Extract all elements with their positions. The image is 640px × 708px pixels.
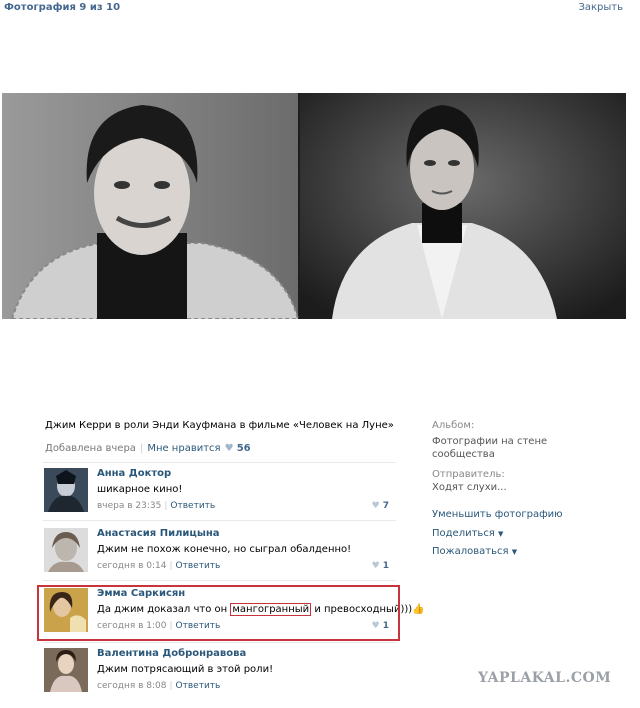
album-name[interactable]: Фотографии на стене сообщества	[432, 436, 547, 460]
photo-meta: Добавлена вчера | Мне нравится ♥ 56	[45, 443, 251, 454]
sender-label: Отправитель:	[432, 469, 505, 480]
comment-item: Анастасия Пилицына Джим не похож конечно…	[42, 525, 397, 579]
comment-text: шикарное кино!	[97, 484, 183, 495]
reply-button[interactable]: Ответить	[170, 501, 215, 511]
divider	[43, 580, 396, 581]
highlight-frame	[37, 585, 400, 641]
heart-icon: ♥	[371, 561, 380, 571]
heart-icon: ♥	[224, 443, 234, 454]
comment-time: сегодня в 0:14	[97, 561, 167, 571]
share-label: Поделиться	[432, 528, 495, 539]
foot-separator: |	[169, 561, 173, 571]
comment-author[interactable]: Анна Доктор	[97, 468, 171, 479]
comment-text: Джим потрясающий в этой роли!	[97, 664, 274, 675]
divider	[43, 462, 396, 463]
avatar[interactable]	[44, 468, 88, 512]
page-title: Фотография 9 из 10	[4, 2, 121, 13]
close-link[interactable]: Закрыть	[578, 2, 623, 13]
photo-sidebar: Альбом: Фотографии на стене сообщества О…	[432, 420, 547, 493]
avatar[interactable]	[44, 648, 88, 692]
comment-time: вчера в 23:35	[97, 501, 162, 511]
foot-separator: |	[169, 681, 173, 691]
divider	[43, 520, 396, 521]
comment-author[interactable]: Валентина Добронравова	[97, 648, 246, 659]
comment-likes-count: 7	[382, 501, 389, 511]
comment-item: Валентина Добронравова Джим потрясающий …	[42, 645, 397, 699]
report-label: Пожаловаться	[432, 546, 509, 557]
foot-separator: |	[164, 501, 168, 511]
chevron-down-icon: ▼	[498, 530, 504, 538]
album-name-line: Фотографии на стене	[432, 436, 548, 447]
comment-item: Анна Доктор шикарное кино! вчера в 23:35…	[42, 465, 397, 519]
avatar[interactable]	[44, 528, 88, 572]
comment-like-button[interactable]: ♥ 7	[372, 501, 389, 511]
report-menu[interactable]: Пожаловаться ▼	[432, 546, 517, 557]
photo-caption: Джим Керри в роли Энди Кауфмана в фильме…	[45, 420, 394, 431]
meta-separator: |	[139, 443, 144, 454]
comment-author[interactable]: Анастасия Пилицына	[97, 528, 220, 539]
sender-name[interactable]: Ходят слухи...	[432, 482, 547, 493]
comment-like-button[interactable]: ♥ 1	[372, 561, 389, 571]
comment-likes-count: 1	[382, 561, 389, 571]
divider	[43, 642, 396, 643]
reply-button[interactable]: Ответить	[176, 681, 221, 691]
comment-time: сегодня в 8:08	[97, 681, 167, 691]
photo-viewer-image[interactable]	[2, 93, 626, 319]
photo-collage-icon	[2, 93, 626, 319]
like-button[interactable]: Мне нравится	[147, 443, 220, 454]
album-name-line: сообщества	[432, 449, 495, 460]
chevron-down-icon: ▼	[511, 548, 518, 556]
share-menu[interactable]: Поделиться ▼	[432, 528, 503, 539]
shrink-photo-link[interactable]: Уменьшить фотографию	[432, 509, 563, 520]
reply-button[interactable]: Ответить	[176, 561, 221, 571]
watermark: YAPLAKAL.COM	[478, 670, 612, 686]
album-label: Альбом:	[432, 420, 475, 431]
comment-text: Джим не похож конечно, но сыграл обалден…	[97, 544, 352, 555]
added-date: Добавлена вчера	[45, 443, 136, 454]
thumbs-up-icon: 👍	[412, 604, 425, 615]
heart-icon: ♥	[371, 501, 380, 511]
likes-count: 56	[236, 443, 251, 454]
